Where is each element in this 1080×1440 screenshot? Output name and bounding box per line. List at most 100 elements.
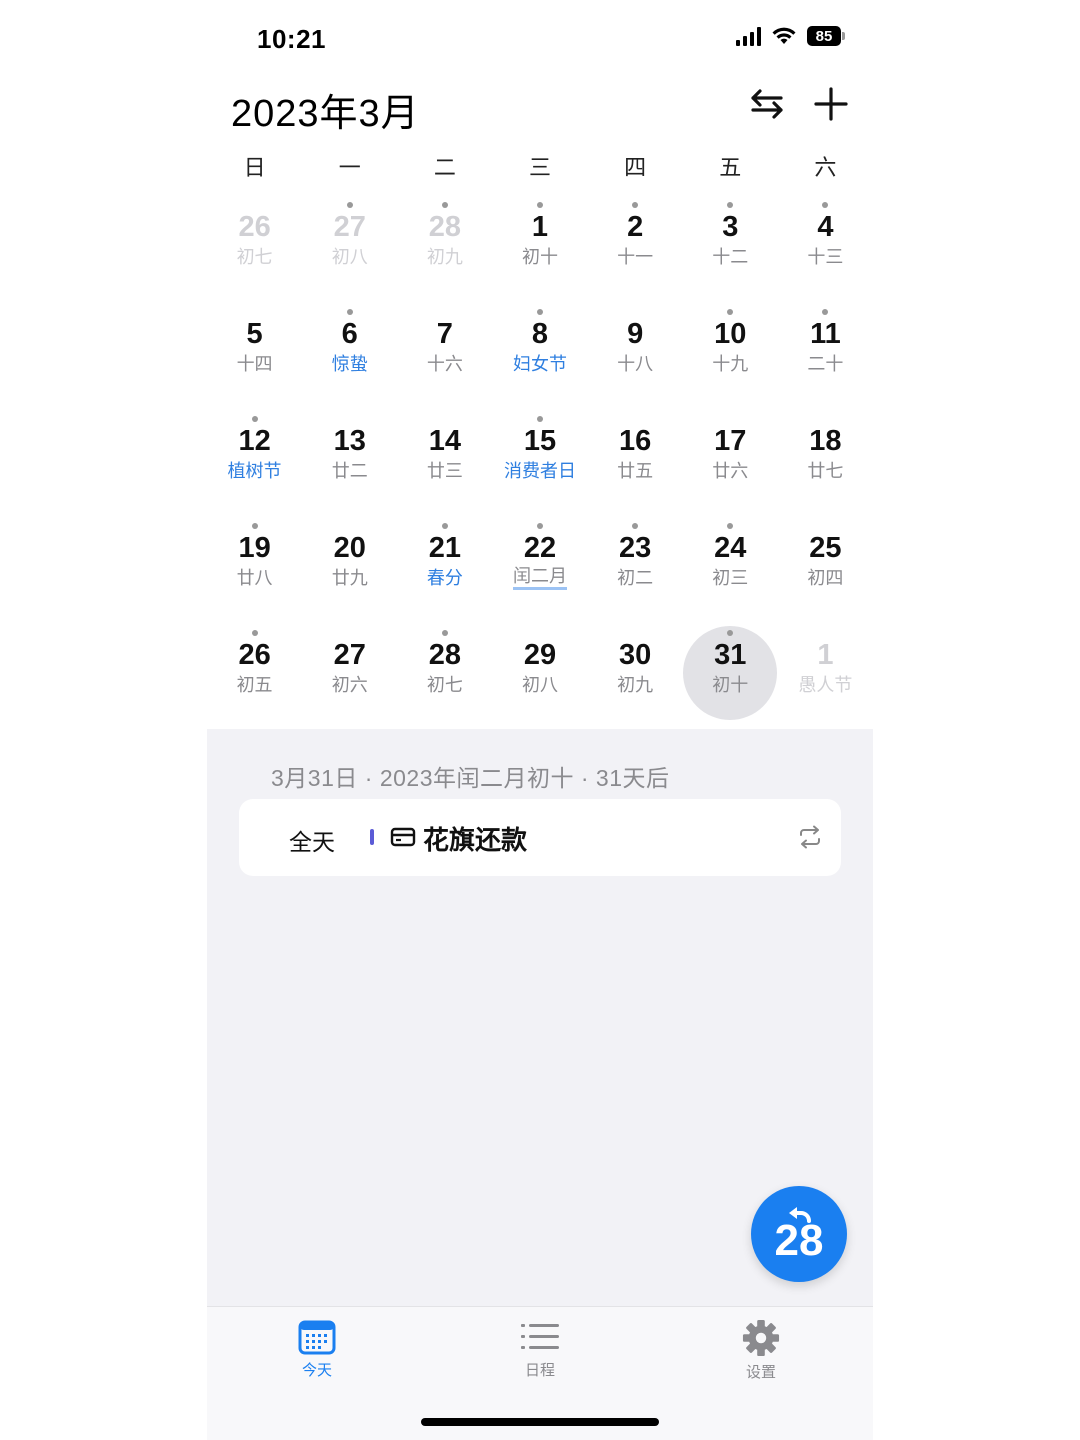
calendar-day[interactable]: 28 初七 — [397, 624, 492, 731]
lunar-date: 初九 — [617, 675, 654, 695]
calendar-day[interactable]: 12 植树节 — [207, 410, 302, 517]
calendar-day[interactable]: 21 春分 — [397, 517, 492, 624]
back-to-today-button[interactable]: 28 — [751, 1186, 847, 1282]
calendar-day[interactable]: 10 十九 — [683, 303, 778, 410]
event-dot — [727, 523, 734, 529]
calendar-icon — [298, 1320, 336, 1355]
day-number: 1 — [531, 211, 549, 243]
calendar-day[interactable]: 27 初八 — [302, 196, 397, 303]
calendar-day[interactable]: 3 十二 — [683, 196, 778, 303]
calendar-day[interactable]: 1 愚人节 — [778, 624, 873, 731]
calendar-day[interactable]: 2 十一 — [588, 196, 683, 303]
calendar-day[interactable]: 16 廿五 — [588, 410, 683, 517]
calendar-day[interactable]: 5 十四 — [207, 303, 302, 410]
weekday-label: 二 — [433, 155, 456, 180]
calendar-day[interactable]: 1 初十 — [492, 196, 587, 303]
calendar-day[interactable]: 4 十三 — [778, 196, 873, 303]
lunar-date: 十六 — [426, 354, 463, 374]
calendar-day[interactable]: 19 廿八 — [207, 517, 302, 624]
calendar-day[interactable]: 7 十六 — [397, 303, 492, 410]
lunar-date: 初二 — [617, 568, 654, 588]
calendar-day[interactable]: 11 二十 — [778, 303, 873, 410]
day-number: 12 — [238, 425, 271, 457]
calendar-day[interactable]: 15 消费者日 — [492, 410, 587, 517]
calendar-day[interactable]: 24 初三 — [683, 517, 778, 624]
lunar-date: 十八 — [617, 354, 654, 374]
lunar-date: 廿三 — [426, 461, 463, 481]
lunar-date: 初六 — [331, 675, 368, 695]
lunar-date: 十九 — [712, 354, 749, 374]
lunar-date: 廿九 — [331, 568, 368, 588]
lunar-date: 廿二 — [331, 461, 368, 481]
swap-arrows-icon — [751, 89, 783, 119]
calendar-day[interactable]: 17 廿六 — [683, 410, 778, 517]
lunar-date: 初八 — [521, 675, 558, 695]
tab-today[interactable]: 今天 — [257, 1319, 377, 1380]
weekday-label: 三 — [528, 155, 551, 180]
lunar-date: 初十 — [712, 675, 749, 695]
calendar-day[interactable]: 26 初七 — [207, 196, 302, 303]
fab-day-number: 28 — [774, 1216, 824, 1265]
event-allday-label: 全天 — [289, 829, 335, 855]
list-icon — [521, 1324, 559, 1349]
status-bar: 10:21 85 — [207, 0, 873, 78]
calendar-day[interactable]: 26 初五 — [207, 624, 302, 731]
lunar-date: 初十 — [521, 247, 558, 267]
day-number: 6 — [341, 318, 358, 350]
lunar-date: 廿七 — [807, 461, 844, 481]
calendar-day[interactable]: 6 惊蛰 — [302, 303, 397, 410]
calendar-day[interactable]: 23 初二 — [588, 517, 683, 624]
event-dot — [536, 523, 543, 529]
agenda-date-line: 3月31日 · 2023年闰二月初十 · 31天后 — [271, 765, 670, 791]
calendar-day[interactable]: 28 初九 — [397, 196, 492, 303]
event-dot — [536, 416, 543, 422]
event-dot — [251, 416, 258, 422]
calendar-day[interactable]: 14 廿三 — [397, 410, 492, 517]
lunar-date: 初七 — [426, 675, 463, 695]
battery-icon: 85 — [807, 26, 845, 46]
lunar-date: 初八 — [331, 247, 368, 267]
home-indicator[interactable] — [421, 1418, 659, 1426]
event-dot — [632, 202, 639, 208]
day-number: 3 — [722, 211, 739, 243]
status-time: 10:21 — [257, 24, 326, 54]
lunar-date: 廿五 — [617, 461, 654, 481]
day-number: 27 — [333, 639, 366, 671]
lunar-date: 闰二月 — [512, 567, 567, 590]
day-number: 30 — [619, 639, 652, 671]
calendar-day[interactable]: 18 廿七 — [778, 410, 873, 517]
calendar-day[interactable]: 25 初四 — [778, 517, 873, 624]
calendar-day[interactable]: 9 十八 — [588, 303, 683, 410]
event-dot — [727, 309, 734, 315]
calendar-day[interactable]: 20 廿九 — [302, 517, 397, 624]
month-title[interactable]: 2023年3月 — [231, 82, 420, 137]
lunar-date: 初九 — [426, 247, 463, 267]
day-number: 22 — [523, 532, 557, 564]
day-number: 19 — [238, 532, 271, 564]
calendar-day[interactable]: 13 廿二 — [302, 410, 397, 517]
event-card[interactable]: 全天 花旗还款 — [239, 799, 841, 876]
day-number: 17 — [714, 425, 747, 457]
calendar-day[interactable]: 27 初六 — [302, 624, 397, 731]
plus-icon — [814, 87, 848, 121]
event-dot — [822, 309, 829, 315]
tab-settings[interactable]: 设置 — [701, 1319, 821, 1382]
switch-view-button[interactable] — [747, 84, 787, 124]
lunar-date: 初七 — [236, 247, 273, 267]
weekday-label: 一 — [338, 155, 361, 180]
calendar-day[interactable]: 22 闰二月 — [492, 517, 587, 624]
wifi-icon — [772, 27, 796, 44]
phone-screen: 10:21 85 2023年3月 日 一 二 三 四 五 六 26 初七 27 … — [207, 0, 873, 1440]
day-number: 28 — [428, 639, 461, 671]
calendar-day[interactable]: 29 初八 — [492, 624, 587, 731]
calendar-day[interactable]: 30 初九 — [588, 624, 683, 731]
calendar-day-selected[interactable]: 31 初十 — [683, 624, 778, 731]
lunar-date: 廿六 — [712, 461, 749, 481]
day-number: 18 — [809, 425, 842, 457]
day-number: 8 — [531, 318, 549, 350]
day-number: 13 — [333, 425, 366, 457]
tab-schedule[interactable]: 日程 — [480, 1319, 600, 1380]
calendar-day[interactable]: 8 妇女节 — [492, 303, 587, 410]
add-event-button[interactable] — [811, 84, 851, 124]
event-dot — [632, 523, 639, 529]
